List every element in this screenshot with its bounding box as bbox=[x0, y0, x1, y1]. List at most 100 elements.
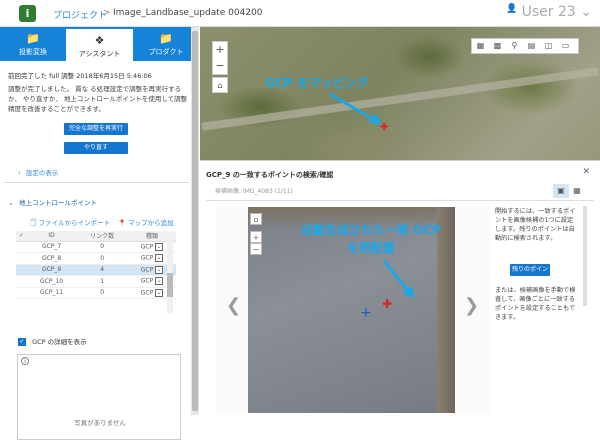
home-icon[interactable]: ⌂ bbox=[250, 213, 262, 225]
zoom-out-button[interactable]: − bbox=[250, 243, 262, 255]
manual-instructions-text: または、候補画像を手動で検査して、画像ごとに一致するポイントを設定することもでき… bbox=[495, 287, 576, 321]
redo-button[interactable]: やり直す bbox=[64, 142, 128, 154]
tab-bar: 📁 投影変換 ❖ アシスタント 📁 プロダクト bbox=[0, 27, 199, 61]
gcp-id: GCP_8 bbox=[26, 252, 77, 265]
tab-projection[interactable]: 📁 投影変換 bbox=[0, 27, 66, 61]
map-annotation: GCP をマッピング bbox=[265, 76, 369, 90]
candidate-image-value: IMG_4083 (2/11) bbox=[242, 188, 293, 195]
top-bar: i プロジェクト > Image_Landbase_update 004200 … bbox=[0, 0, 600, 27]
matched-point-marker[interactable]: ✚ bbox=[382, 297, 392, 311]
divider bbox=[206, 200, 594, 201]
gcp-links: 0 bbox=[76, 241, 128, 253]
gcp-links: 0 bbox=[76, 287, 128, 299]
map-toolbar: ▦ ▩ ⚲ ▤ ◫ ▭ bbox=[471, 38, 579, 54]
gcp-links: 0 bbox=[76, 252, 128, 265]
chevron-down-icon: ⌄ bbox=[580, 4, 592, 20]
gcp-heading: 地上コントロールポイント bbox=[18, 199, 97, 207]
divider bbox=[4, 182, 189, 183]
home-icon[interactable]: ⌂ bbox=[212, 77, 228, 93]
layers-icon[interactable]: ▦ bbox=[472, 39, 489, 53]
show-settings-link[interactable]: › 設定の表示 bbox=[18, 167, 58, 177]
type-dropdown[interactable]: ⌄ bbox=[155, 277, 164, 286]
column-id[interactable]: ID bbox=[26, 231, 77, 242]
gcp-links: 1 bbox=[76, 275, 128, 288]
table-row[interactable]: GCP_7 0 GCP ⌄ bbox=[16, 241, 176, 253]
candidate-image[interactable]: 自動生成された一致 GCP を再配置 ✚ + bbox=[248, 207, 455, 413]
close-icon[interactable]: ✕ bbox=[582, 167, 590, 177]
tab-products[interactable]: 📁 プロダクト bbox=[133, 27, 199, 61]
type-dropdown[interactable]: ⌄ bbox=[155, 265, 164, 274]
breadcrumb-separator: > bbox=[103, 8, 111, 18]
find-remaining-points-button[interactable]: 残りのポイントを検索 bbox=[510, 264, 550, 276]
type-dropdown[interactable]: ⌄ bbox=[155, 254, 164, 263]
show-gcp-detail-checkbox[interactable]: ✓ GCP の詳細を表示 bbox=[18, 336, 87, 346]
app-logo[interactable]: i bbox=[19, 5, 36, 22]
gcp-section-header[interactable]: ⌄ 地上コントロールポイント bbox=[8, 197, 97, 207]
import-label: ファイルからインポート bbox=[38, 219, 111, 227]
annotation-arrow bbox=[329, 92, 382, 125]
show-settings-label: 設定の表示 bbox=[25, 169, 59, 177]
column-type[interactable]: 種類 bbox=[127, 231, 176, 242]
gcp-marker[interactable]: ✚ bbox=[380, 122, 388, 133]
user-menu[interactable]: 👤 User 23 ⌄ bbox=[506, 4, 592, 20]
clipboard-icon[interactable]: ▭ bbox=[557, 39, 574, 53]
photo-preview: i 写真がありません bbox=[17, 354, 181, 440]
checkbox-checked-icon: ✓ bbox=[18, 338, 26, 346]
table-row[interactable]: GCP_8 0 GCP ⌄ bbox=[16, 252, 176, 265]
dialog-title: GCP_9 の一致するポイントの検索/確認 bbox=[206, 171, 334, 179]
table-scrollbar[interactable] bbox=[167, 241, 173, 313]
map-add-label: マップから追加 bbox=[128, 219, 174, 227]
scrollbar-thumb[interactable] bbox=[192, 31, 198, 411]
measure-icon[interactable]: ▤ bbox=[523, 39, 540, 53]
previous-image-button[interactable]: ❮ bbox=[226, 295, 241, 316]
gcp-id: GCP_10 bbox=[26, 275, 77, 288]
chevron-right-icon: › bbox=[18, 169, 21, 177]
panel-scrollbar[interactable] bbox=[191, 27, 199, 415]
gcp-id: GCP_7 bbox=[26, 241, 77, 253]
single-view-icon[interactable]: ▣ bbox=[553, 184, 569, 198]
search-icon[interactable]: ⚲ bbox=[506, 39, 523, 53]
table-row-selected[interactable]: GCP_9 4 GCP ⌄ bbox=[16, 264, 176, 276]
map-road bbox=[201, 67, 599, 131]
table-row[interactable]: GCP_10 1 GCP ⌄ bbox=[16, 275, 176, 288]
status-time: 前回完了した full 調整 2018年6月15日 5:46:06 bbox=[8, 72, 152, 80]
import-icon: 🗍 bbox=[30, 219, 37, 227]
gcp-links: 4 bbox=[76, 264, 128, 276]
type-dropdown[interactable]: ⌄ bbox=[155, 288, 164, 297]
info-icon[interactable]: i bbox=[21, 357, 29, 365]
grid-icon[interactable]: ▩ bbox=[489, 39, 506, 53]
tab-label: 投影変換 bbox=[19, 48, 47, 56]
candidate-image-label: 候補画像: IMG_4083 (2/11) bbox=[215, 188, 293, 195]
folder-icon: 📁 bbox=[26, 32, 40, 45]
assistant-icon: ❖ bbox=[94, 34, 105, 47]
user-name: User 23 bbox=[521, 4, 576, 20]
table-row[interactable]: GCP_11 0 GCP ⌄ bbox=[16, 287, 176, 299]
instructions-text: 開始するには、一致するポイントを画像候補の1つに設定します。残りのポイントは自動… bbox=[495, 208, 576, 242]
no-photo-text: 写真がありません bbox=[74, 419, 126, 427]
scrollbar-thumb[interactable] bbox=[167, 273, 173, 297]
dialog-scrollbar[interactable] bbox=[583, 206, 587, 306]
compare-icon[interactable]: ◫ bbox=[540, 39, 557, 53]
gcp-match-dialog: GCP_9 の一致するポイントの検索/確認 ✕ 候補画像: IMG_4083 (… bbox=[200, 160, 600, 415]
chevron-down-icon: ⌄ bbox=[8, 199, 14, 207]
rerun-adjustment-button[interactable]: 完全な調整を再実行 bbox=[64, 123, 128, 135]
zoom-in-button[interactable]: + bbox=[213, 42, 227, 58]
user-icon: 👤 bbox=[505, 4, 518, 14]
image-annotation: 自動生成された一致 GCP を再配置 bbox=[301, 223, 441, 255]
left-panel: 📁 投影変換 ❖ アシスタント 📁 プロダクト 前回完了した full 調整 2… bbox=[0, 27, 199, 440]
type-dropdown[interactable]: ⌄ bbox=[155, 242, 164, 251]
map-pin-icon: 📍 bbox=[118, 219, 127, 227]
column-links[interactable]: リンク数 bbox=[76, 231, 128, 242]
table-header: ✓ ID リンク数 種類 bbox=[16, 231, 176, 242]
zoom-out-button[interactable]: − bbox=[213, 58, 227, 74]
tab-assistant[interactable]: ❖ アシスタント bbox=[66, 27, 133, 61]
grid-view-icon[interactable]: ▦ bbox=[569, 184, 585, 198]
add-from-map-link[interactable]: 📍 マップから追加 bbox=[118, 217, 174, 227]
gcp-point-marker[interactable]: + bbox=[360, 305, 372, 321]
next-image-button[interactable]: ❯ bbox=[464, 295, 479, 316]
breadcrumb-project[interactable]: プロジェクト bbox=[53, 8, 107, 21]
tab-label: アシスタント bbox=[78, 50, 121, 58]
import-from-file-link[interactable]: 🗍 ファイルからインポート bbox=[30, 217, 110, 230]
zoom-in-button[interactable]: + bbox=[250, 231, 262, 243]
gcp-id: GCP_11 bbox=[26, 287, 77, 299]
